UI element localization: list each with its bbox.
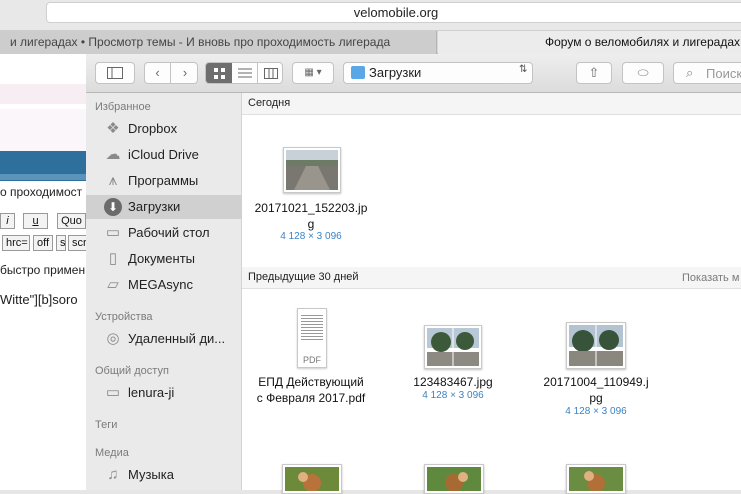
path-popup[interactable]: Загрузки ⇅ xyxy=(343,62,533,84)
file-name[interactable]: 123483467.jpg xyxy=(393,374,513,390)
file-name[interactable]: 20171004_110949.j pg xyxy=(533,374,659,406)
disc-icon: ◎ xyxy=(106,330,120,347)
cartoon-image xyxy=(427,467,481,492)
photo-road-image xyxy=(286,150,338,190)
search-icon: ⌕ xyxy=(686,65,694,80)
tag-icon: ⬭ xyxy=(637,65,649,80)
section-header-today: Сегодня xyxy=(242,93,741,115)
tab-forum[interactable]: Форум о веломобилях и лигерадах xyxy=(438,31,741,54)
file-name[interactable]: ЕПД Действующий с Февраля 2017.pdf xyxy=(248,374,374,406)
downloads-icon: ⬇ xyxy=(104,198,122,216)
page-text-line: Witte"][b]soro xyxy=(0,292,78,307)
grid-icon xyxy=(213,68,225,79)
cartoon-image xyxy=(569,467,623,492)
folder-icon xyxy=(351,66,365,79)
back-button[interactable]: ‹ xyxy=(145,63,171,83)
sidebar-toggle-icon xyxy=(96,63,134,83)
file-dimensions: 4 128 × 3 096 xyxy=(280,231,342,242)
share-icon: ⇧ xyxy=(588,65,600,80)
sidebar-header-favorites: Избранное xyxy=(95,101,151,113)
music-icon: ♫ xyxy=(107,466,119,483)
address-bar[interactable]: velomobile.org xyxy=(46,2,741,23)
sidebar-header-media: Медиа xyxy=(95,447,129,459)
sidebar-header-shared: Общий доступ xyxy=(95,365,169,377)
file-dimensions: 4 128 × 3 096 xyxy=(565,406,627,417)
sidebar-toggle-button[interactable] xyxy=(95,62,135,84)
folder-icon: ▱ xyxy=(107,276,119,293)
view-mode-control xyxy=(205,62,283,84)
nav-buttons: ‹ › xyxy=(144,62,198,84)
applications-icon: ⩚ xyxy=(108,172,118,189)
sidebar-header-tags: Теги xyxy=(95,419,118,431)
pdf-preview-lines xyxy=(301,313,323,341)
updown-chevron-icon: ⇅ xyxy=(519,64,528,75)
photo-park-image xyxy=(569,325,623,366)
sidebar-header-devices: Устройства xyxy=(95,311,153,323)
page-text-line: о проходимост xyxy=(0,185,83,199)
photo-park-image xyxy=(427,328,479,366)
computer-icon: ▭ xyxy=(105,384,121,401)
file-thumbnail[interactable] xyxy=(424,325,482,369)
location-label: Загрузки xyxy=(369,65,422,80)
arrange-icon: ▦ ▾ xyxy=(304,67,322,78)
dropbox-icon: ❖ xyxy=(106,120,120,137)
pdf-file-icon[interactable]: PDF xyxy=(297,308,327,368)
share-button[interactable]: ⇧ xyxy=(576,62,612,84)
cloud-icon: ☁ xyxy=(105,146,121,163)
editor-button[interactable]: scr xyxy=(68,235,86,251)
tags-button[interactable]: ⬭ xyxy=(622,62,664,84)
editor-button[interactable]: off xyxy=(33,235,53,251)
column-view-button[interactable] xyxy=(258,63,283,83)
chevron-left-icon: ‹ xyxy=(155,65,160,80)
pdf-label: PDF xyxy=(303,355,321,365)
file-thumbnail[interactable] xyxy=(566,322,626,369)
file-dimensions: 4 128 × 3 096 xyxy=(422,390,484,401)
search-placeholder: Поиск xyxy=(706,66,741,81)
show-more-link[interactable]: Показать м xyxy=(682,272,739,284)
editor-button[interactable]: hrc= xyxy=(2,235,30,251)
file-name[interactable]: 20171021_152203.jp g xyxy=(248,200,374,232)
documents-icon: ▯ xyxy=(108,250,118,267)
page-strip xyxy=(0,84,86,104)
editor-button[interactable]: s xyxy=(56,235,66,251)
editor-italic-button[interactable]: i xyxy=(0,213,15,229)
tab-topic[interactable]: и лигерадах • Просмотр темы - И вновь пр… xyxy=(0,31,437,54)
columns-icon xyxy=(263,68,278,79)
forward-button[interactable]: › xyxy=(172,63,198,83)
page-text-line: быстро примен xyxy=(0,263,86,277)
list-icon xyxy=(237,68,252,78)
cartoon-image xyxy=(285,467,339,492)
editor-underline-button[interactable]: u xyxy=(23,213,48,229)
background-webpage: о проходимост i u Quo hrc= off s scr быс… xyxy=(0,54,86,490)
page-header-bar xyxy=(0,174,86,180)
file-thumbnail[interactable] xyxy=(283,147,341,193)
chevron-right-icon: › xyxy=(182,65,188,80)
desktop-icon: ▭ xyxy=(105,224,121,241)
section-header-previous: Предыдущие 30 дней xyxy=(242,267,741,289)
list-view-button[interactable] xyxy=(232,63,258,83)
icon-view-button[interactable] xyxy=(206,63,232,83)
editor-quote-button[interactable]: Quo xyxy=(57,213,86,229)
arrange-button[interactable]: ▦ ▾ xyxy=(292,62,334,84)
search-field[interactable]: ⌕ Поиск xyxy=(673,62,741,84)
